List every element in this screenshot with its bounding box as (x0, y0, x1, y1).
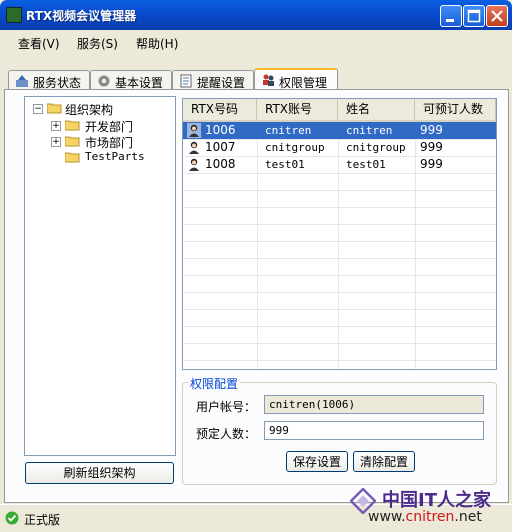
table-cell: test01 (346, 158, 386, 171)
user-list[interactable]: RTX号码 RTX账号 姓名 可预订人数 1006 cnitren cnitren 9… (182, 98, 497, 370)
window-title: RTX视频会议管理器 (26, 9, 137, 23)
folder-open-icon (47, 103, 62, 114)
grid-line-horizontal (183, 207, 496, 208)
menu-help[interactable]: 帮助(H) (136, 35, 178, 52)
user-avatar-icon (187, 140, 201, 155)
folder-icon (65, 120, 80, 131)
account-field: cnitren(1006) (264, 395, 484, 414)
grid-line-horizontal (183, 275, 496, 276)
title-bar[interactable]: RTX视频会议管理器 (0, 0, 512, 30)
table-cell: 999 (420, 157, 443, 171)
table-cell: 1006 (205, 123, 236, 137)
minimize-icon (446, 19, 454, 22)
tab-basic-settings[interactable]: 基本设置 (90, 70, 172, 90)
table-cell: 1008 (205, 157, 236, 171)
grid-line-horizontal (183, 241, 496, 242)
menu-bar: 查看(V) 服务(S) 帮助(H) (0, 30, 512, 54)
account-label: 用户帐号： (196, 400, 257, 414)
grid-line-horizontal (183, 360, 496, 361)
permission-icon (263, 74, 274, 86)
app-icon (6, 7, 22, 23)
table-cell: 1007 (205, 140, 236, 154)
table-row[interactable]: 1008 test01 test01 999 (183, 156, 496, 173)
column-rtx-number[interactable]: RTX号码 (183, 99, 257, 120)
check-circle-icon (5, 511, 19, 525)
menu-view[interactable]: 查看(V) (18, 35, 60, 52)
grid-line-horizontal (183, 173, 496, 174)
table-cell: test01 (265, 158, 305, 171)
table-row[interactable]: 1007 cnitgroup cnitgroup 999 (183, 139, 496, 156)
grid-line-horizontal (183, 258, 496, 259)
table-cell: 999 (420, 123, 443, 137)
table-cell: 999 (420, 140, 443, 154)
user-avatar-icon (187, 123, 201, 138)
quota-input[interactable]: 999 (264, 421, 484, 440)
grid-line-horizontal (183, 190, 496, 191)
close-icon (491, 10, 503, 22)
status-text: 正式版 (24, 513, 61, 527)
table-cell: cnitren (346, 124, 393, 137)
grid-line-horizontal (183, 292, 496, 293)
collapse-icon[interactable]: − (33, 104, 43, 114)
column-name[interactable]: 姓名 (338, 99, 415, 120)
user-avatar-icon (187, 157, 201, 172)
folder-icon (65, 136, 80, 147)
tree-label-dev: 开发部门 (85, 120, 134, 134)
list-header: RTX号码 RTX账号 姓名 可预订人数 (183, 99, 496, 122)
clear-config-button[interactable]: 清除配置 (353, 451, 415, 472)
permission-config-title: 权限配置 (188, 375, 241, 392)
reminder-icon (180, 74, 192, 88)
maximize-icon (467, 9, 481, 23)
watermark: 中国IT人之家 www.cnitren.net (350, 486, 510, 530)
tab-reminder-settings[interactable]: 提醒设置 (172, 70, 254, 90)
watermark-url: www.cnitren.net (368, 509, 482, 525)
table-cell: cnitgroup (346, 141, 406, 154)
tree-label-market: 市场部门 (85, 136, 134, 150)
settings-icon (98, 75, 110, 87)
maximize-button[interactable] (463, 5, 485, 27)
refresh-org-button[interactable]: 刷新组织架构 (25, 462, 174, 484)
close-button[interactable] (486, 5, 508, 27)
grid-line-horizontal (183, 224, 496, 225)
menu-service[interactable]: 服务(S) (77, 35, 118, 52)
folder-icon (65, 152, 80, 163)
table-cell: cnitgroup (265, 141, 325, 154)
expand-icon[interactable]: + (51, 137, 61, 147)
service-icon (16, 75, 28, 87)
grid-line-horizontal (183, 343, 496, 344)
table-cell: cnitren (265, 124, 312, 137)
tab-strip: 服务状态 基本设置 提醒设置 权限管理 (0, 68, 512, 92)
save-settings-button[interactable]: 保存设置 (286, 451, 348, 472)
tab-service-status[interactable]: 服务状态 (8, 70, 90, 90)
column-rtx-account[interactable]: RTX账号 (257, 99, 338, 120)
table-row[interactable]: 1006 cnitren cnitren 999 (183, 122, 496, 139)
minimize-button[interactable] (440, 5, 462, 27)
expand-icon[interactable]: + (51, 121, 61, 131)
grid-line-horizontal (183, 326, 496, 327)
quota-label: 预定人数： (196, 427, 257, 441)
tree-label-testparts: TestParts (85, 150, 145, 163)
column-quota[interactable]: 可预订人数 (415, 99, 496, 120)
grid-line-horizontal (183, 309, 496, 310)
tree-label-root: 组织架构 (65, 103, 114, 117)
org-tree[interactable]: − 组织架构 + 开发部门 + 市场部门 TestParts (24, 96, 176, 456)
